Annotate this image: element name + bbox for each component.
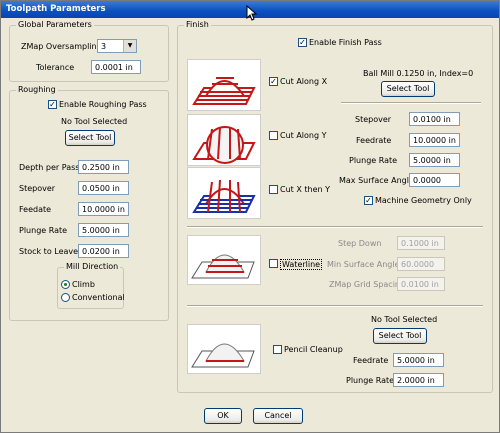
roughing-field-label: Depth per Pass — [19, 163, 80, 172]
waterline-field-label: ZMap Grid Spacing — [329, 280, 406, 289]
finish-title: Finish — [184, 20, 211, 29]
roughing-field-input[interactable]: 5.0000 in — [78, 223, 129, 237]
finish-field-input[interactable]: 0.0100 in — [409, 112, 460, 126]
enable-roughing-checkbox[interactable]: ✓ — [48, 100, 57, 109]
cut-option-checkbox[interactable] — [269, 185, 278, 194]
mouse-cursor-icon — [246, 5, 258, 21]
finish-field-input[interactable]: 10.0000 in — [409, 133, 460, 147]
cut-option-label: Cut X then Y — [280, 185, 330, 194]
roughing-title: Roughing — [16, 85, 58, 94]
pencil-field-label: Plunge Rate — [346, 376, 395, 385]
climb-radio[interactable] — [61, 280, 70, 289]
finish-field-label: Stepover — [355, 115, 392, 124]
cut-option-label: Cut Along Y — [280, 131, 327, 140]
finish-separator-1 — [341, 102, 481, 104]
tolerance-field[interactable]: 0.0001 in — [91, 60, 141, 74]
pencil-field-label: Feedrate — [353, 356, 389, 365]
pencil-select-tool-button[interactable]: Select Tool — [373, 328, 427, 344]
roughing-field-input[interactable]: 10.0000 in — [78, 202, 129, 216]
waterline-field-input[interactable]: 0.1000 in — [397, 236, 445, 250]
cut-option-checkbox[interactable]: ✓ — [269, 77, 278, 86]
finish-field-label: Feedrate — [356, 136, 392, 145]
finish-field-label: Max Surface Angle — [339, 176, 414, 185]
finish-field-label: Plunge Rate — [349, 156, 398, 165]
waterline-field-label: Min Surface Angle — [327, 260, 400, 269]
roughing-field-label: Stepover — [19, 184, 56, 193]
roughing-field-label: Plunge Rate — [19, 226, 68, 235]
cancel-button[interactable]: Cancel — [253, 408, 303, 424]
pencil-tool-status: No Tool Selected — [371, 315, 438, 324]
waterline-field-input[interactable]: 0.0100 in — [397, 277, 445, 291]
cut-x-then-y-image — [187, 167, 261, 219]
roughing-select-tool-button[interactable]: Select Tool — [65, 130, 115, 146]
enable-finish-label: Enable Finish Pass — [309, 38, 382, 47]
finish-field-input[interactable]: 5.0000 in — [409, 153, 460, 167]
window-title: Toolpath Parameters — [6, 4, 106, 14]
waterline-label: Waterline — [280, 259, 323, 270]
cut-along-x-image — [187, 59, 261, 111]
roughing-field-label: Stock to Leave — [19, 247, 79, 256]
finish-separator-3 — [187, 305, 483, 307]
chevron-down-icon[interactable]: ▼ — [123, 40, 136, 52]
global-parameters-group: Global Parameters — [9, 20, 169, 82]
enable-roughing-label: Enable Roughing Pass — [59, 100, 147, 109]
tolerance-label: Tolerance — [36, 63, 75, 72]
pencil-cleanup-image — [187, 324, 261, 374]
finish-select-tool-button[interactable]: Select Tool — [381, 81, 435, 97]
zmap-oversampling-value: 3 — [101, 42, 107, 51]
roughing-field-input[interactable]: 0.2500 in — [78, 160, 129, 174]
roughing-tool-status: No Tool Selected — [61, 117, 128, 126]
mill-direction-title: Mill Direction — [64, 262, 121, 271]
toolpath-parameters-dialog: Toolpath Parameters Global Parameters ZM… — [0, 0, 500, 433]
zmap-oversampling-label: ZMap Oversampling — [21, 42, 102, 51]
pencil-field-input[interactable]: 2.0000 in — [393, 373, 444, 387]
enable-finish-checkbox[interactable]: ✓ — [298, 38, 307, 47]
machine-geometry-label: Machine Geometry Only — [375, 196, 472, 205]
roughing-field-input[interactable]: 0.0500 in — [78, 181, 129, 195]
zmap-oversampling-select[interactable]: 3 ▼ — [97, 39, 137, 53]
waterline-checkbox[interactable] — [269, 259, 278, 268]
finish-separator-2 — [187, 226, 483, 228]
waterline-field-label: Step Down — [338, 239, 382, 248]
climb-label: Climb — [72, 280, 95, 289]
waterline-field-input[interactable]: 60.0000 — [397, 257, 445, 271]
global-parameters-title: Global Parameters — [16, 20, 94, 29]
pencil-field-input[interactable]: 5.0000 in — [393, 353, 444, 367]
conventional-label: Conventional — [72, 293, 125, 302]
conventional-radio[interactable] — [61, 293, 70, 302]
pencil-cleanup-checkbox[interactable] — [273, 345, 282, 354]
cut-along-y-image — [187, 114, 261, 166]
pencil-cleanup-label: Pencil Cleanup — [284, 345, 343, 354]
ok-button[interactable]: OK — [204, 408, 242, 424]
roughing-field-label: Feedate — [19, 205, 52, 214]
roughing-field-input[interactable]: 0.0200 in — [78, 244, 129, 258]
cut-option-label: Cut Along X — [280, 77, 328, 86]
finish-field-input[interactable]: 0.0000 — [409, 173, 460, 187]
cut-option-checkbox[interactable] — [269, 131, 278, 140]
machine-geometry-checkbox[interactable]: ✓ — [364, 196, 373, 205]
waterline-image — [187, 235, 261, 285]
finish-tool-info: Ball Mill 0.1250 in, Index=0 — [363, 69, 474, 78]
